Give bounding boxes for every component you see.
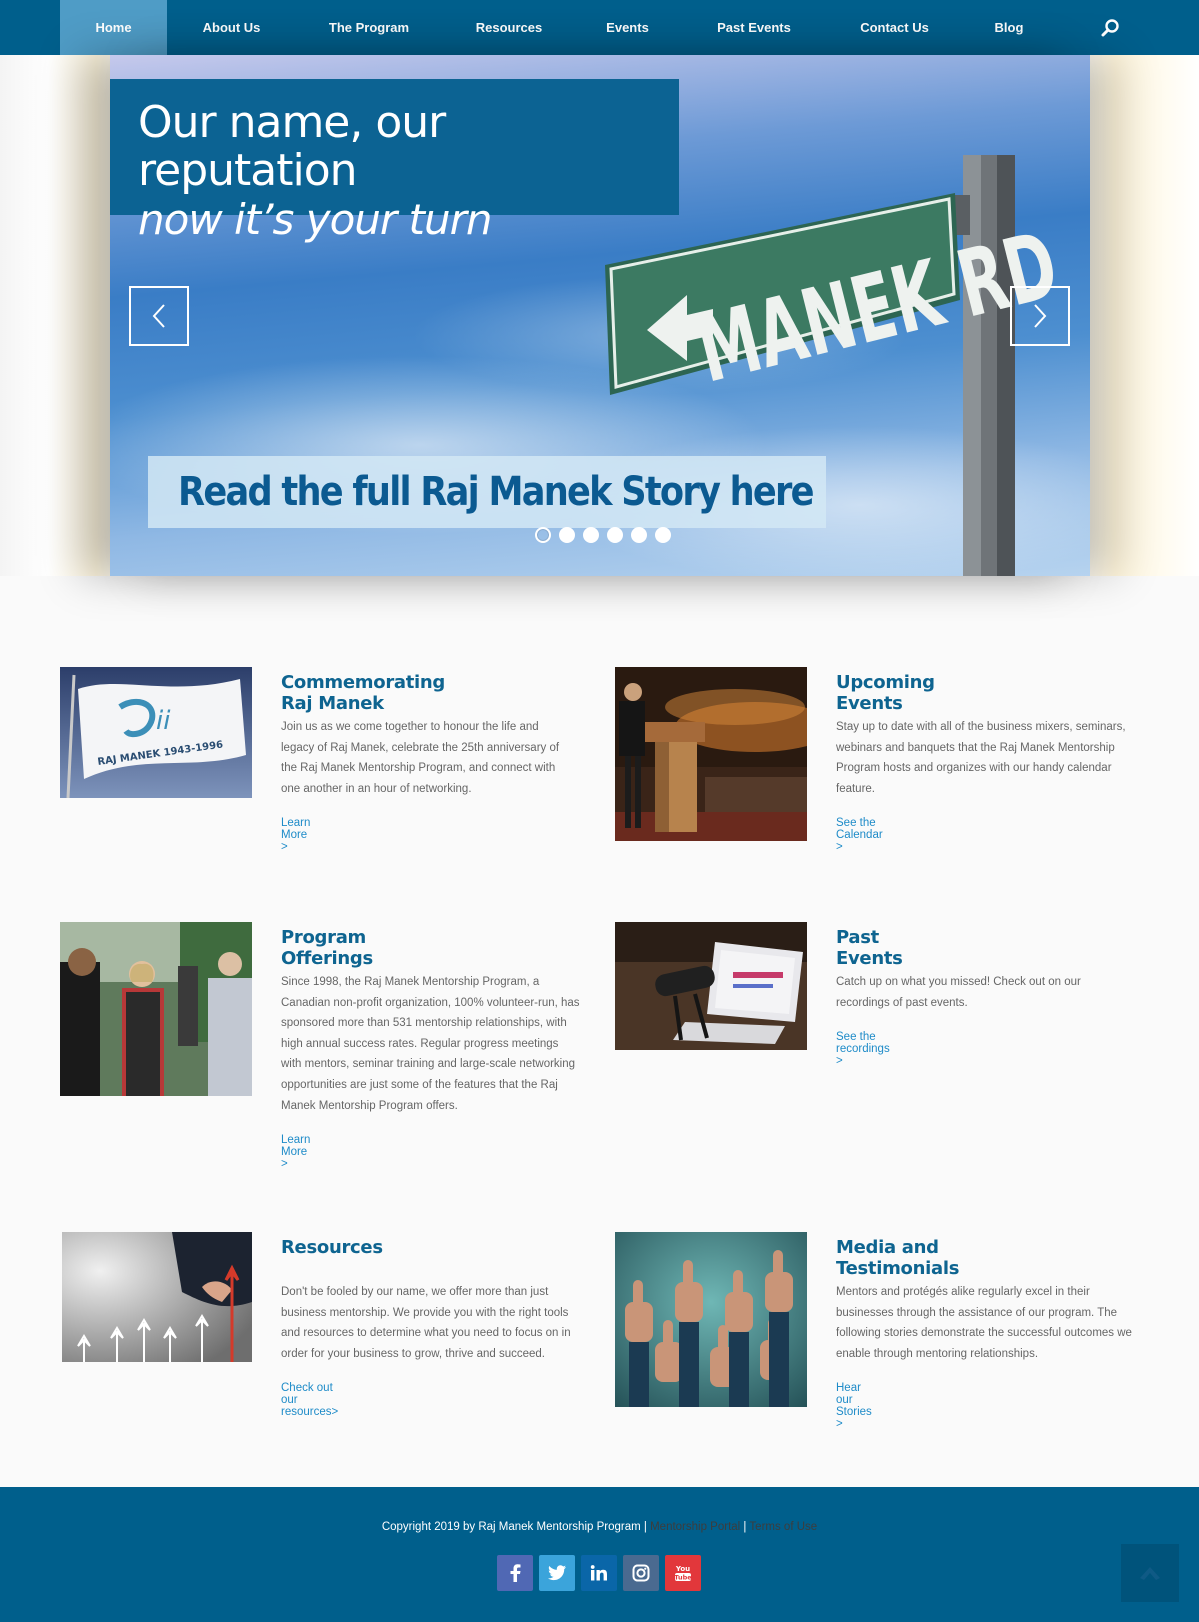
slider-dot-5[interactable] <box>631 527 647 543</box>
nav-item-about-us[interactable]: About Us <box>167 0 296 55</box>
flag-image[interactable]: ii RAJ MANEK 1943-1996 <box>60 667 252 798</box>
nav-item-contact-us[interactable]: Contact Us <box>829 0 960 55</box>
feature-title: Commemorating Raj Manek <box>281 672 446 714</box>
feature-title: Resources <box>281 1237 383 1258</box>
instagram-button[interactable] <box>623 1555 659 1591</box>
feature-title: Program Offerings <box>281 927 373 969</box>
nav-item-past-events[interactable]: Past Events <box>679 0 829 55</box>
feature-body: Since 1998, the Raj Manek Mentorship Pro… <box>281 976 580 1112</box>
linkedin-button[interactable] <box>581 1555 617 1591</box>
slider-dot-4[interactable] <box>607 527 623 543</box>
site-footer: Copyright 2019 by Raj Manek Mentorship P… <box>0 1487 1199 1622</box>
nav-item-the-program[interactable]: The Program <box>296 0 442 55</box>
copyright-line: Copyright 2019 by Raj Manek Mentorship P… <box>0 1521 1199 1533</box>
hero-headline-line-1: Our name, our reputation <box>138 97 446 196</box>
nav-item-blog[interactable]: Blog <box>960 0 1058 55</box>
feature-body: Join us as we come together to honour th… <box>281 721 560 795</box>
twitter-icon <box>548 1565 566 1581</box>
chevron-right-icon <box>1034 304 1047 328</box>
slider-dot-3[interactable] <box>583 527 599 543</box>
feature-body: Don't be fooled by our name, we offer mo… <box>281 1286 571 1360</box>
nav-menu: Home About Us The Program Resources Even… <box>60 0 1058 55</box>
nav-item-events[interactable]: Events <box>576 0 679 55</box>
svg-text:ii: ii <box>156 706 171 736</box>
feature-title: Media and Testimonials <box>836 1237 960 1279</box>
slider-dot-6[interactable] <box>655 527 671 543</box>
hero-slider: MANEK RD Our name, our reputation now it… <box>110 55 1090 576</box>
feature-title: Upcoming Events <box>836 672 935 714</box>
feature-body: Mentors and protégés alike regularly exc… <box>836 1286 1132 1360</box>
nav-item-resources[interactable]: Resources <box>442 0 576 55</box>
hero-section: MANEK RD Our name, our reputation now it… <box>0 55 1199 576</box>
terms-of-use-link[interactable]: Terms of Use <box>749 1521 817 1533</box>
svg-text:You: You <box>675 1565 690 1573</box>
hero-headline-box: Our name, our reputation now it’s your t… <box>110 79 679 244</box>
instagram-icon <box>632 1564 650 1582</box>
slider-prev-button[interactable] <box>129 286 189 346</box>
social-links: You Tube <box>497 1555 701 1591</box>
check-resources-link[interactable]: Check out our resources> <box>281 1382 338 1418</box>
youtube-button[interactable]: You Tube <box>665 1555 701 1591</box>
nav-item-home[interactable]: Home <box>60 0 167 55</box>
svg-text:Tube: Tube <box>674 1574 692 1582</box>
podium-speaker-image[interactable] <box>615 667 807 841</box>
learn-more-link[interactable]: Learn More > <box>281 817 310 853</box>
slider-dot-1[interactable] <box>535 527 551 543</box>
story-cta-label: Read the full Raj Manek Story here <box>178 469 815 515</box>
microphone-laptop-image[interactable] <box>615 922 807 1050</box>
thumbs-up-image[interactable] <box>615 1232 807 1407</box>
facebook-icon <box>510 1564 521 1582</box>
learn-more-link[interactable]: Learn More > <box>281 1134 310 1170</box>
twitter-button[interactable] <box>539 1555 575 1591</box>
footer-separator: | <box>643 1521 647 1533</box>
hear-stories-link[interactable]: Hear our Stories > <box>836 1382 872 1430</box>
networking-people-image[interactable] <box>60 922 252 1096</box>
footer-separator: | <box>743 1521 747 1533</box>
see-recordings-link[interactable]: See the recordings > <box>836 1031 890 1067</box>
slider-dot-2[interactable] <box>559 527 575 543</box>
back-to-top-button[interactable] <box>1121 1544 1179 1602</box>
slider-dots <box>535 527 671 543</box>
growth-arrows-image[interactable] <box>62 1232 252 1362</box>
feature-title: Past Events <box>836 927 903 969</box>
copyright-text: Copyright 2019 by Raj Manek Mentorship P… <box>381 1521 641 1533</box>
chevron-up-icon <box>1140 1567 1160 1580</box>
linkedin-icon <box>590 1565 607 1581</box>
story-cta-banner[interactable]: Read the full Raj Manek Story here <box>148 456 826 528</box>
mentorship-portal-link[interactable]: Mentorship Portal <box>650 1521 740 1533</box>
search-icon[interactable] <box>1100 18 1120 38</box>
youtube-icon: You Tube <box>674 1565 692 1582</box>
main-nav: Home About Us The Program Resources Even… <box>0 0 1199 55</box>
hero-headline-line-2: now it’s your turn <box>138 195 493 244</box>
feature-body: Catch up on what you missed! Check out o… <box>836 976 1081 1009</box>
facebook-button[interactable] <box>497 1555 533 1591</box>
slider-next-button[interactable] <box>1010 286 1070 346</box>
chevron-left-icon <box>152 304 165 328</box>
feature-body: Stay up to date with all of the business… <box>836 721 1126 795</box>
see-calendar-link[interactable]: See the Calendar > <box>836 817 883 853</box>
